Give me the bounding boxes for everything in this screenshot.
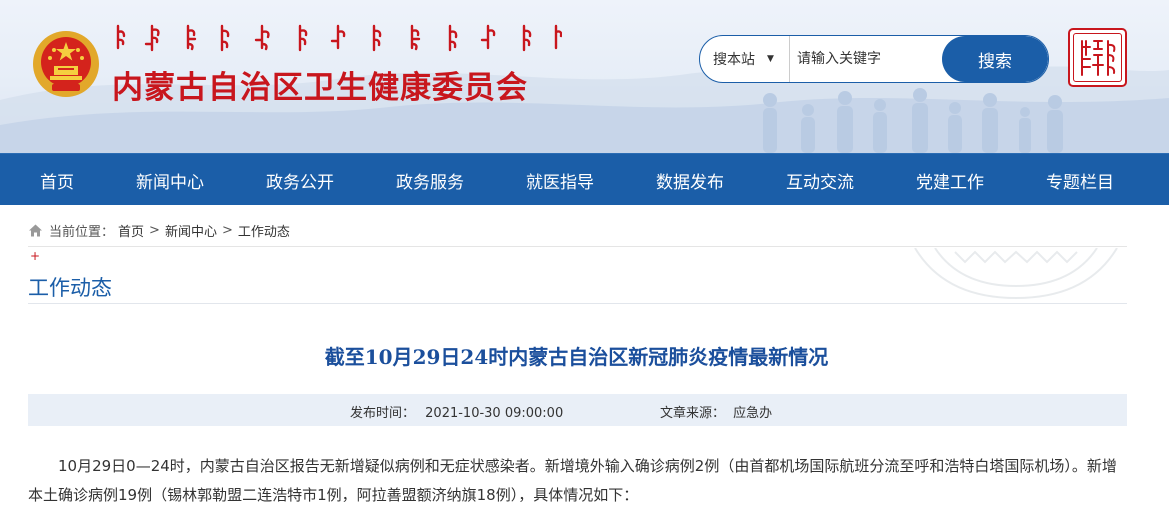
mongolian-script-title [116, 24, 562, 52]
decorative-pattern [914, 248, 1118, 300]
breadcrumb-divider [28, 246, 1127, 247]
breadcrumb-work-news-link[interactable]: 工作动态 [238, 221, 290, 240]
search-box: 搜本站 ▼ 搜索 [699, 35, 1049, 83]
plus-icon: + [30, 249, 41, 263]
nav-item-data-release[interactable]: 数据发布 [640, 154, 740, 206]
source-value: 应急办 [733, 406, 773, 421]
search-scope-dropdown[interactable]: 搜本站 ▼ [700, 36, 790, 82]
section-divider [28, 303, 1127, 304]
site-header: 内蒙古自治区卫生健康委员会 搜本站 ▼ 搜索 [0, 0, 1169, 153]
breadcrumb-label: 当前位置： [49, 224, 115, 240]
nav-item-news[interactable]: 新闻中心 [120, 154, 220, 206]
breadcrumb-separator: > [221, 222, 233, 238]
article-title: 截至10月29日24时内蒙古自治区新冠肺炎疫情最新情况 [324, 345, 829, 369]
breadcrumb-home-link[interactable]: 首页 [118, 221, 144, 240]
seal-glyph-icon [1081, 40, 1116, 76]
people-silhouette [763, 88, 1063, 153]
breadcrumb-separator: > [149, 222, 160, 238]
breadcrumb-news-link[interactable]: 新闻中心 [165, 221, 217, 240]
search-scope-label: 搜本站 [713, 52, 755, 68]
nav-item-interaction[interactable]: 互动交流 [770, 154, 870, 206]
source-label: 文章来源： [660, 406, 726, 421]
nav-item-party-building[interactable]: 党建工作 [900, 154, 1000, 206]
publish-time: 发布时间： 2021-10-30 09:00:00 [350, 402, 563, 421]
chevron-down-icon: ▼ [767, 54, 774, 64]
mongolian-seal-logo [1068, 28, 1127, 87]
nav-item-special-topics[interactable]: 专题栏目 [1030, 154, 1130, 206]
search-button[interactable]: 搜索 [942, 36, 1048, 82]
breadcrumb: 当前位置： 首页 > 新闻中心 > 工作动态 [28, 220, 290, 240]
national-emblem-icon [33, 31, 99, 97]
article-body: 10月29日0—24时，内蒙古自治区报告无新增疑似病例和无症状感染者。新增境外输… [28, 457, 1117, 504]
nav-item-gov-affairs[interactable]: 政务公开 [250, 154, 350, 206]
article-source: 文章来源： 应急办 [660, 402, 772, 421]
main-nav: 首页 新闻中心 政务公开 政务服务 就医指导 数据发布 互动交流 党建工作 专题… [0, 153, 1169, 205]
publish-time-value: 2021-10-30 09:00:00 [425, 406, 564, 421]
publish-time-label: 发布时间： [350, 406, 416, 421]
site-title: 内蒙古自治区卫生健康委员会 [112, 70, 528, 106]
nav-item-medical-guide[interactable]: 就医指导 [510, 154, 610, 206]
nav-item-home[interactable]: 首页 [20, 154, 94, 206]
home-icon [29, 224, 42, 236]
article-meta: 发布时间： 2021-10-30 09:00:00 文章来源： 应急办 [28, 394, 1127, 426]
search-input[interactable] [797, 48, 937, 70]
nav-item-gov-services[interactable]: 政务服务 [380, 154, 480, 206]
section-title: 工作动态 [28, 276, 112, 300]
